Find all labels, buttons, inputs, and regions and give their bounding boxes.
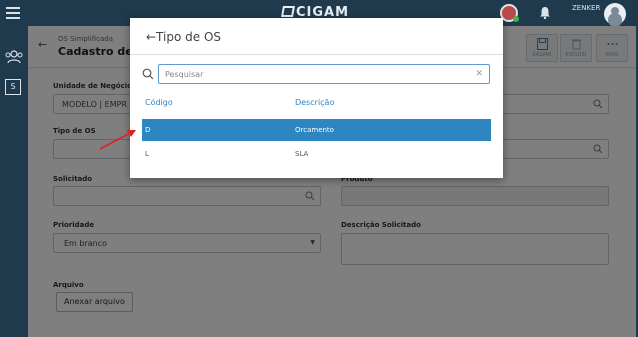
hamburger-menu-icon[interactable] xyxy=(6,7,20,19)
list-item[interactable]: D Orcamento xyxy=(142,119,491,141)
user-name[interactable]: ZENKER xyxy=(572,4,600,12)
search-placeholder: Pesquisar xyxy=(165,70,204,79)
users-icon[interactable] xyxy=(5,50,23,64)
row-description: SLA xyxy=(295,150,309,158)
search-icon xyxy=(142,68,154,80)
list-item[interactable]: L SLA xyxy=(142,143,491,165)
column-header-descricao[interactable]: Descrição xyxy=(295,98,334,107)
row-description: Orcamento xyxy=(295,126,334,134)
modal-title[interactable]: ←Tipo de OS xyxy=(146,30,221,44)
row-code: L xyxy=(145,150,149,158)
modal-search-input[interactable]: Pesquisar ✕ xyxy=(158,64,490,84)
annotation-arrow-icon xyxy=(99,130,136,150)
row-code: D xyxy=(145,126,151,134)
modal-divider xyxy=(130,54,503,55)
tipo-os-modal: ←Tipo de OS Pesquisar ✕ Código Descrição… xyxy=(130,18,503,178)
clear-icon[interactable]: ✕ xyxy=(475,69,483,79)
module-s-icon[interactable]: S xyxy=(5,79,21,95)
column-header-codigo[interactable]: Código xyxy=(145,98,173,107)
bell-icon[interactable] xyxy=(540,7,550,19)
user-avatar[interactable] xyxy=(604,3,626,25)
left-rail: S xyxy=(0,26,28,337)
